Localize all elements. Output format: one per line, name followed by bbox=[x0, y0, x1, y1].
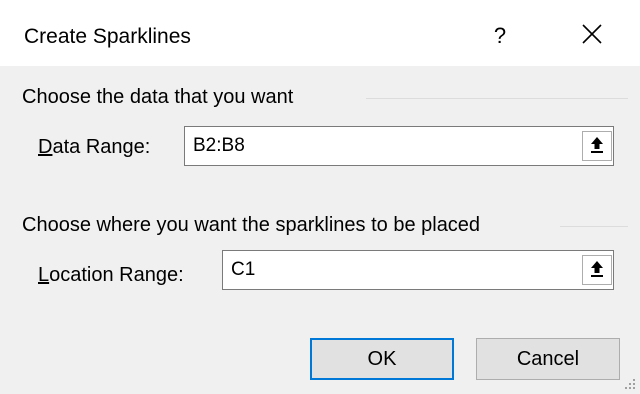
data-range-label-text: ata Range: bbox=[52, 136, 151, 158]
close-icon bbox=[582, 24, 602, 44]
location-range-label: Location Range: bbox=[38, 262, 184, 288]
location-range-label-text: ocation Range: bbox=[49, 264, 184, 286]
location-range-collapse-button[interactable] bbox=[582, 255, 612, 285]
collapse-dialog-icon bbox=[591, 137, 603, 153]
data-group-heading: Choose the data that you want bbox=[22, 86, 294, 108]
data-range-label: Data Range: bbox=[38, 134, 150, 160]
dialog-body: Choose the data that you want Data Range… bbox=[0, 66, 640, 394]
data-range-value: B2:B8 bbox=[193, 135, 245, 156]
location-group-heading: Choose where you want the sparklines to … bbox=[22, 214, 481, 236]
resize-grip-icon[interactable] bbox=[624, 378, 636, 390]
create-sparklines-dialog: Create Sparklines ? Choose the data that… bbox=[0, 0, 640, 394]
group-divider bbox=[560, 226, 628, 227]
location-range-accelerator: L bbox=[38, 264, 50, 286]
help-button[interactable]: ? bbox=[478, 14, 522, 58]
data-range-accelerator: D bbox=[38, 136, 53, 158]
close-button[interactable] bbox=[568, 14, 616, 58]
collapse-dialog-icon bbox=[591, 261, 603, 277]
location-range-input[interactable]: C1 bbox=[222, 250, 614, 290]
location-range-value: C1 bbox=[231, 259, 256, 280]
cancel-button[interactable]: Cancel bbox=[476, 338, 620, 380]
data-range-input[interactable]: B2:B8 bbox=[184, 126, 614, 166]
dialog-title: Create Sparklines bbox=[24, 25, 191, 48]
ok-button[interactable]: OK bbox=[310, 338, 454, 380]
title-bar[interactable]: Create Sparklines ? bbox=[0, 0, 640, 66]
data-range-collapse-button[interactable] bbox=[582, 131, 612, 161]
group-divider bbox=[366, 98, 628, 99]
